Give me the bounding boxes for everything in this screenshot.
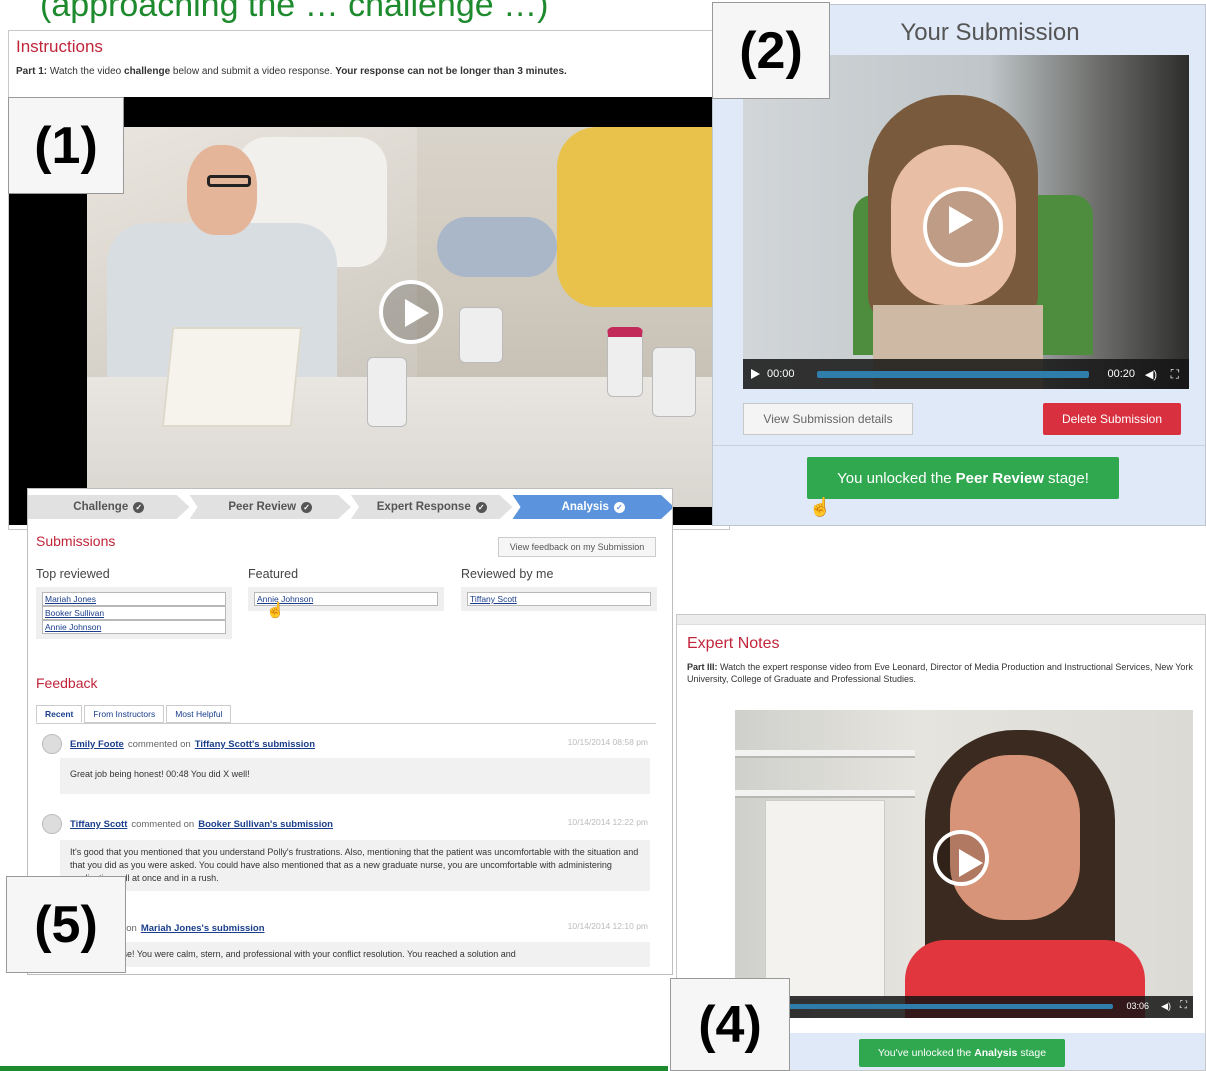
comment-body: Great response! You were calm, stern, an…	[60, 942, 650, 967]
play-small-icon[interactable]	[751, 369, 760, 379]
comment-target-link[interactable]: Mariah Jones's submission	[141, 923, 265, 934]
page-header-partial: (approaching the … challenge …)	[40, 0, 549, 24]
feedback-title: Feedback	[36, 675, 98, 691]
progress-bar[interactable]	[817, 371, 1089, 378]
feedback-tabs: Recent From Instructors Most Helpful	[36, 705, 233, 723]
avatar	[42, 814, 62, 834]
view-submission-details-button[interactable]: View Submission details	[743, 403, 913, 435]
expert-notes-title: Expert Notes	[687, 635, 780, 652]
fullscreen-icon[interactable]: ⛶	[1180, 1000, 1187, 1011]
panel-header-strip	[677, 615, 1205, 625]
step-analysis[interactable]: Analysis ✓	[512, 495, 672, 519]
comment-body: Great job being honest! 00:48 You did X …	[60, 758, 650, 794]
avatar	[42, 734, 62, 754]
video-controls: 00:00 00:20 ◀) ⛶	[743, 359, 1189, 389]
comment-author-link[interactable]: Emily Foote	[70, 739, 124, 750]
bottom-accent-line	[0, 1066, 668, 1071]
hand-cursor-icon: ☝	[266, 602, 285, 619]
comment-time: 10/14/2014 12:10 pm	[567, 921, 648, 931]
submission-link[interactable]: Tiffany Scott	[467, 592, 651, 606]
play-icon[interactable]	[933, 830, 989, 886]
reviewed-by-me-list: Tiffany Scott	[461, 587, 657, 611]
unlock-peer-review-banner[interactable]: You unlocked the Peer Review stage!	[807, 457, 1119, 499]
play-icon[interactable]	[923, 187, 1003, 267]
submission-link[interactable]: Mariah Jones	[42, 592, 226, 606]
comment-body: It's good that you mentioned that you un…	[60, 840, 650, 891]
top-reviewed-heading: Top reviewed	[36, 567, 110, 581]
check-icon: ✓	[475, 501, 487, 513]
top-reviewed-list: Mariah Jones Booker Sullivan Annie Johns…	[36, 587, 232, 639]
tab-most-helpful[interactable]: Most Helpful	[166, 705, 232, 723]
reviewed-by-me-heading: Reviewed by me	[461, 567, 554, 581]
tab-from-instructors[interactable]: From Instructors	[84, 705, 165, 723]
time-total: 00:20	[1107, 368, 1135, 380]
divider	[713, 445, 1206, 446]
volume-icon[interactable]: ◀)	[1145, 368, 1157, 381]
volume-icon[interactable]: ◀)	[1161, 1001, 1171, 1012]
time-current: 00:00	[767, 368, 795, 380]
comment-header: Emily Foote commented on Tiffany Scott's…	[42, 734, 315, 754]
comment-time: 10/14/2014 12:22 pm	[567, 817, 648, 827]
check-icon: ✓	[613, 501, 625, 513]
stage-progress: Challenge ✓ Peer Review ✓ Expert Response ✓…	[28, 495, 672, 519]
fullscreen-icon[interactable]: ⛶	[1171, 367, 1179, 382]
view-feedback-button[interactable]: View feedback on my Submission	[498, 537, 656, 557]
delete-submission-button[interactable]: Delete Submission	[1043, 403, 1181, 435]
play-icon[interactable]	[379, 280, 443, 344]
time-total: 03:06	[1126, 1001, 1149, 1011]
check-icon: ✓	[301, 501, 313, 513]
comment-target-link[interactable]: Booker Sullivan's submission	[198, 819, 333, 830]
label-1: (1)	[8, 97, 124, 194]
hand-cursor-icon: ☝	[809, 497, 832, 517]
label-5: (5)	[6, 876, 126, 973]
step-challenge[interactable]: Challenge ✓	[28, 495, 190, 519]
featured-heading: Featured	[248, 567, 299, 581]
comment-header: Tiffany Scott commented on Booker Sulliv…	[42, 814, 333, 834]
instructions-title: Instructions	[16, 37, 103, 56]
instructions-text: Part 1: Watch the video challenge below …	[16, 66, 567, 77]
comment-target-link[interactable]: Tiffany Scott's submission	[195, 739, 315, 750]
check-icon: ✓	[133, 501, 145, 513]
submission-link[interactable]: Annie Johnson	[42, 620, 226, 634]
video-controls: 03:06 ◀) ⛶	[735, 996, 1193, 1018]
step-expert-response[interactable]: Expert Response ✓	[351, 495, 513, 519]
progress-bar[interactable]	[745, 1004, 1113, 1009]
step-peer-review[interactable]: Peer Review ✓	[189, 495, 351, 519]
expert-video[interactable]: 03:06 ◀) ⛶	[735, 710, 1193, 1018]
submission-link[interactable]: Booker Sullivan	[42, 606, 226, 620]
comment-author-link[interactable]: Tiffany Scott	[70, 819, 127, 830]
unlock-analysis-banner[interactable]: You've unlocked the Analysis stage	[859, 1039, 1065, 1067]
label-2: (2)	[712, 2, 830, 99]
submissions-title: Submissions	[36, 533, 116, 549]
tab-recent[interactable]: Recent	[36, 705, 83, 723]
feedback-list: Emily Foote commented on Tiffany Scott's…	[36, 723, 656, 974]
submission-video[interactable]: 00:00 00:20 ◀) ⛶	[743, 55, 1189, 389]
label-4: (4)	[670, 978, 790, 1071]
comment-time: 10/15/2014 08:58 pm	[567, 737, 648, 747]
expert-notes-text: Part III: Watch the expert response vide…	[687, 662, 1193, 684]
